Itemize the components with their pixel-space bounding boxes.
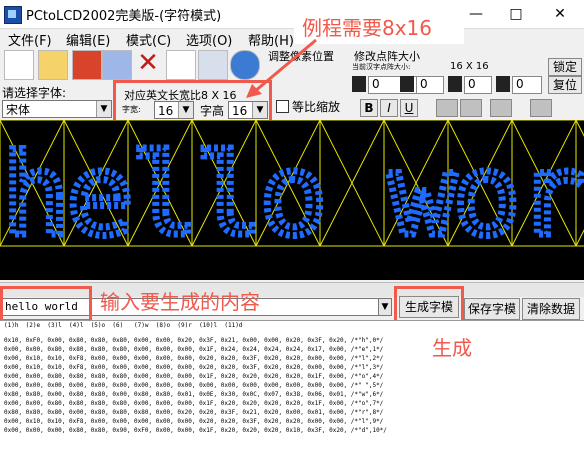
open-folder-icon[interactable] bbox=[38, 50, 68, 80]
menu-options[interactable]: 选项(O) bbox=[186, 30, 232, 49]
output-line: 0x00, 0x00, 0x80, 0x80, 0x80, 0x80, 0x00… bbox=[4, 400, 384, 407]
document-icon[interactable] bbox=[166, 50, 196, 80]
new-file-icon[interactable] bbox=[4, 50, 34, 80]
chevron-down-icon: ▼ bbox=[96, 101, 111, 117]
width-select[interactable]: 16 ▼ bbox=[154, 101, 194, 119]
output-line: 0x00, 0x00, 0x00, 0x00, 0x00, 0x00, 0x00… bbox=[4, 382, 384, 389]
dot-matrix-preview[interactable]: hello wor bbox=[0, 120, 584, 280]
output-line: 0x00, 0x10, 0x10, 0xF8, 0x00, 0x00, 0x00… bbox=[4, 418, 384, 425]
font-select[interactable]: 宋体 ▼ bbox=[2, 100, 112, 118]
clear-data-button[interactable]: 清除数据 bbox=[522, 298, 580, 320]
output-line: 0x00, 0x00, 0x80, 0x80, 0x80, 0x80, 0x00… bbox=[4, 346, 384, 353]
spin-width[interactable]: 0 bbox=[464, 76, 492, 94]
height-label: 字高 bbox=[200, 104, 225, 118]
spin-vertical-value: 0 bbox=[420, 77, 428, 91]
underline-button[interactable]: U bbox=[400, 99, 418, 117]
output-index-line: (1)h (2)e (3)l (4)l (5)o (6) (7)w (8)o (… bbox=[4, 322, 243, 329]
menu-file[interactable]: 文件(F) bbox=[8, 30, 52, 49]
proportional-checkbox[interactable] bbox=[276, 100, 289, 113]
current-size-value: 16 X 16 bbox=[450, 61, 489, 72]
chevron-down-icon: ▼ bbox=[178, 102, 193, 118]
spin-height-value: 0 bbox=[516, 77, 524, 91]
output-line: 0x10, 0xF0, 0x00, 0x80, 0x80, 0x80, 0x00… bbox=[4, 337, 384, 344]
shift-right-icon[interactable] bbox=[448, 76, 462, 92]
annotation-arrow bbox=[246, 38, 317, 98]
width-label: 字宽: bbox=[122, 105, 141, 114]
spin-horizontal-value: 0 bbox=[372, 77, 380, 91]
save-font-button[interactable]: 保存字模 bbox=[464, 298, 520, 320]
restore-button[interactable]: 复位 bbox=[548, 76, 582, 94]
rotate-icon[interactable] bbox=[490, 99, 512, 117]
save-disk-icon[interactable] bbox=[72, 50, 102, 80]
output-textarea[interactable]: (1)h (2)e (3)l (4)l (5)o (6) (7)w (8)o (… bbox=[0, 320, 584, 471]
preview-glyphs: hello wor bbox=[2, 131, 582, 261]
select-font-label: 请选择字体: bbox=[2, 86, 67, 100]
settings-icon[interactable] bbox=[198, 50, 228, 80]
italic-button[interactable]: I bbox=[380, 99, 398, 117]
chevron-down-icon: ▼ bbox=[252, 102, 267, 118]
title-bar: PCtoLCD2002完美版-(字符模式) — □ ✕ bbox=[0, 0, 584, 29]
menu-edit[interactable]: 编辑(E) bbox=[66, 30, 110, 49]
generate-annotation: 生成 bbox=[432, 336, 472, 360]
output-line: 0x80, 0x80, 0x00, 0x80, 0x80, 0x00, 0x80… bbox=[4, 391, 384, 398]
shift-left-icon[interactable] bbox=[352, 76, 366, 92]
lock-button[interactable]: 锁定 bbox=[548, 58, 582, 76]
proportional-label: 等比缩放 bbox=[292, 100, 341, 114]
close-button[interactable]: ✕ bbox=[540, 4, 580, 24]
delete-icon[interactable]: ✕ bbox=[134, 50, 162, 78]
output-line: 0x00, 0x00, 0x80, 0x80, 0x80, 0x80, 0x00… bbox=[4, 373, 384, 380]
height-select-value: 16 bbox=[232, 104, 248, 118]
width-select-value: 16 bbox=[158, 104, 174, 118]
font-select-value: 宋体 bbox=[6, 103, 31, 117]
height-select[interactable]: 16 ▼ bbox=[228, 101, 268, 119]
window-title: PCtoLCD2002完美版-(字符模式) bbox=[26, 9, 222, 24]
output-line: 0x00, 0x10, 0x10, 0xF8, 0x00, 0x00, 0x00… bbox=[4, 355, 384, 362]
input-annotation: 输入要生成的内容 bbox=[100, 290, 260, 314]
preview-canvas: hello wor bbox=[0, 120, 584, 265]
mirror-icon[interactable] bbox=[436, 99, 458, 117]
shift-up-icon[interactable] bbox=[400, 76, 414, 92]
generate-button[interactable]: 生成字模 bbox=[399, 296, 459, 318]
spin-height[interactable]: 0 bbox=[512, 76, 542, 94]
output-line: 0x00, 0x00, 0x00, 0x80, 0x80, 0x90, 0xF0… bbox=[4, 427, 387, 434]
app-icon bbox=[4, 6, 22, 24]
invert-icon[interactable] bbox=[530, 99, 552, 117]
flip-icon[interactable] bbox=[460, 99, 482, 117]
maximize-button[interactable]: □ bbox=[496, 4, 536, 24]
bold-button[interactable]: B bbox=[360, 99, 378, 117]
current-size-label: 当前汉字点阵大小: bbox=[352, 63, 411, 71]
output-line: 0x80, 0x80, 0x80, 0x00, 0x80, 0x80, 0x80… bbox=[4, 409, 384, 416]
menu-mode[interactable]: 模式(C) bbox=[126, 30, 171, 49]
spin-vertical[interactable]: 0 bbox=[416, 76, 444, 94]
input-highlight-box bbox=[0, 286, 92, 322]
generate-icon[interactable] bbox=[102, 50, 132, 80]
chevron-down-icon[interactable]: ▼ bbox=[378, 298, 392, 316]
spin-width-value: 0 bbox=[468, 77, 476, 91]
output-line: 0x00, 0x10, 0x10, 0xF8, 0x00, 0x00, 0x00… bbox=[4, 364, 384, 371]
shift-down-icon[interactable] bbox=[496, 76, 510, 92]
